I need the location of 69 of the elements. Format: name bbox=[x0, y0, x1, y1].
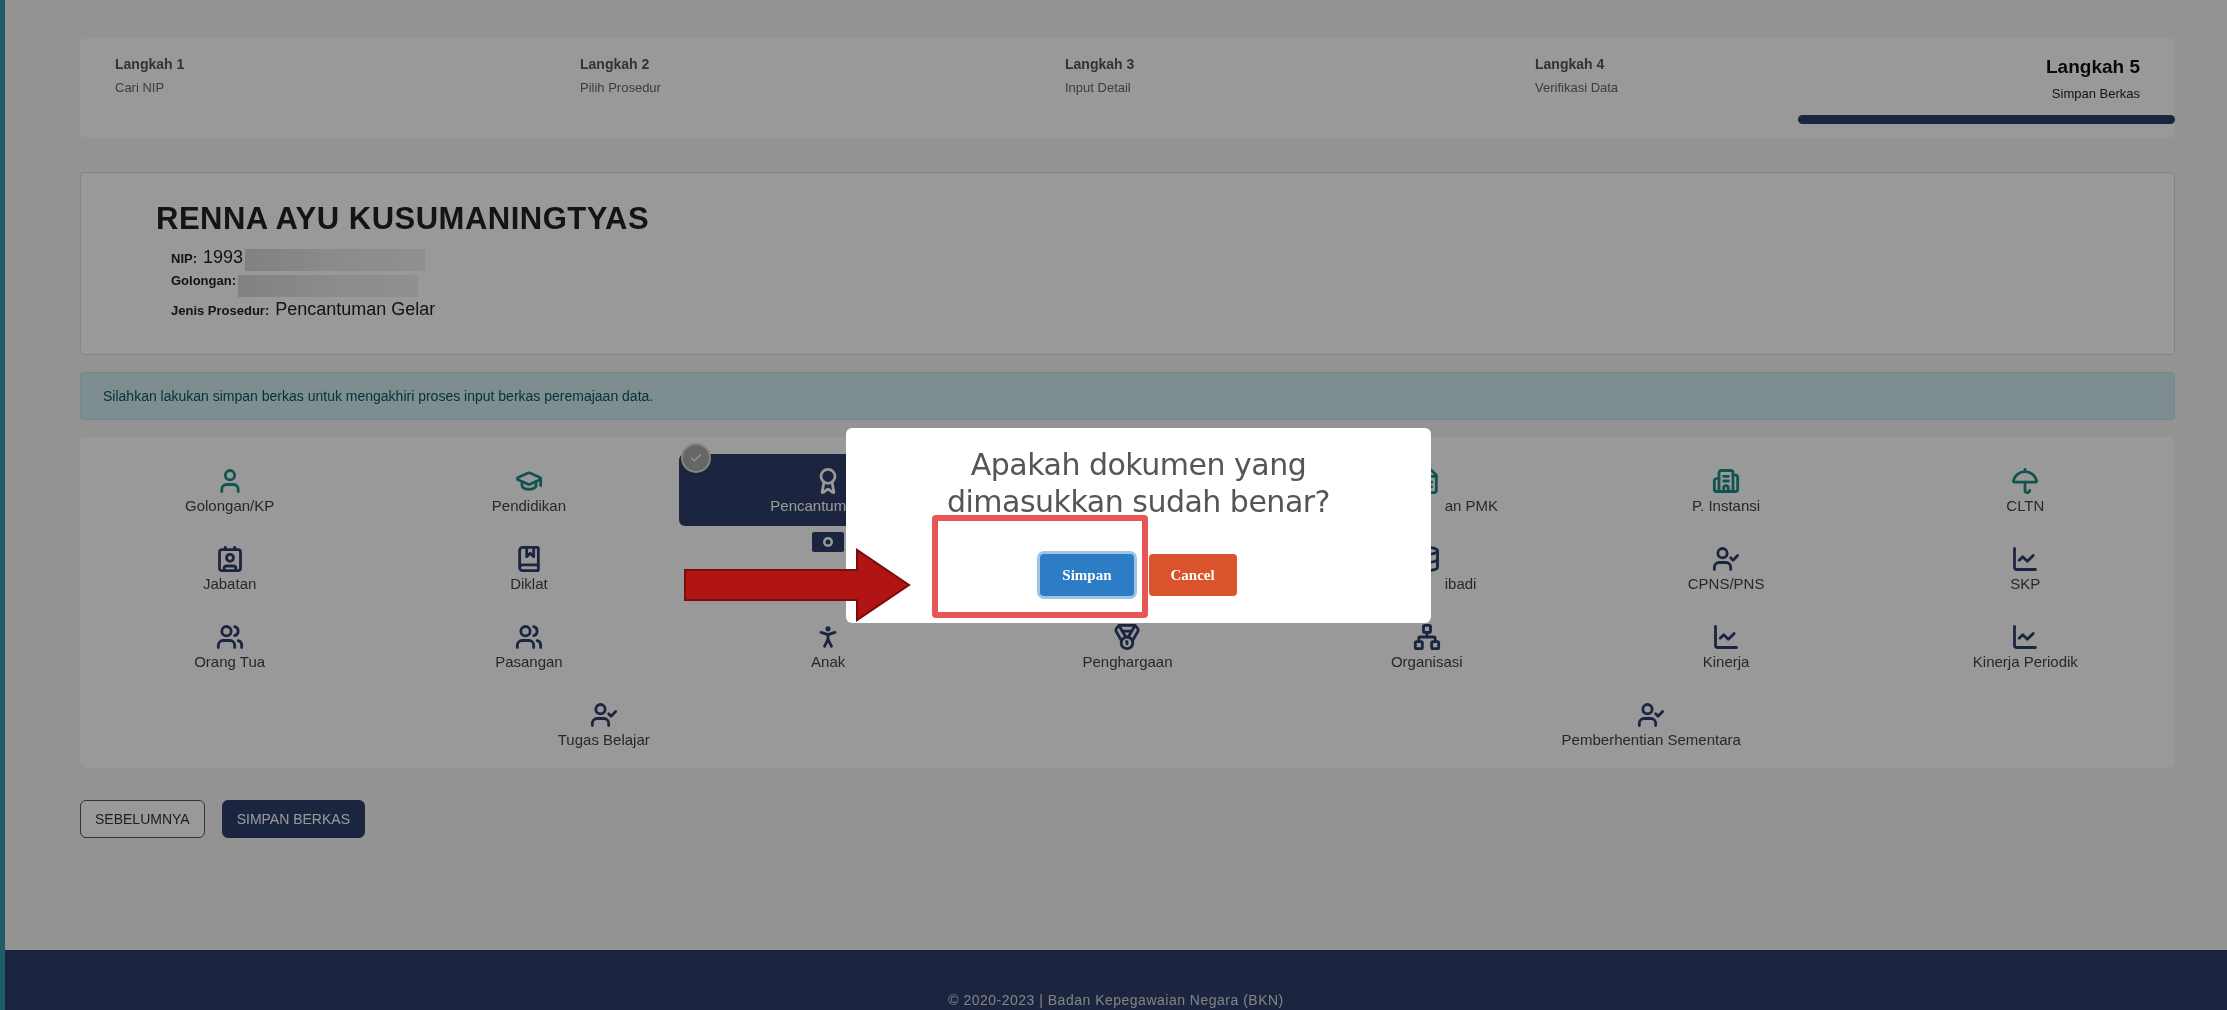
menu-label: Pemberhentian Sementara bbox=[1561, 730, 1741, 748]
field-label: Jenis Prosedur: bbox=[171, 303, 270, 318]
menu-label: Pendidikan bbox=[491, 496, 567, 514]
menu-label: CLTN bbox=[2006, 496, 2045, 514]
back-button[interactable]: SEBELUMNYA bbox=[80, 800, 205, 838]
menu-label: Pasangan bbox=[495, 652, 563, 670]
step[interactable]: Langkah 4 Verifikasi Data bbox=[1535, 56, 1798, 138]
menu-item[interactable]: Pasangan bbox=[379, 610, 679, 682]
menu-item[interactable]: CPNS/PNS bbox=[1576, 532, 1876, 604]
save-button[interactable]: SIMPAN BERKAS bbox=[221, 800, 365, 838]
umbrella-icon bbox=[2011, 466, 2040, 495]
menu-item[interactable]: Kinerja bbox=[1576, 610, 1876, 682]
chart-icon bbox=[2011, 622, 2040, 651]
step[interactable]: Langkah 5 Simpan Berkas bbox=[1798, 56, 2175, 138]
step[interactable]: Langkah 1 Cari NIP bbox=[115, 56, 580, 138]
user-check-icon bbox=[589, 700, 618, 729]
menu-label: Diklat bbox=[510, 574, 548, 592]
menu-item[interactable]: Organisasi bbox=[1277, 610, 1577, 682]
menu-item[interactable]: Pemberhentian Sementara bbox=[1127, 688, 2175, 760]
field-label: NIP: bbox=[171, 251, 197, 266]
copyright-text: © 2020-2023 | Badan Kepegawaian Negara (BKN) bbox=[948, 992, 1284, 1008]
menu-label: Pencantum bbox=[770, 496, 847, 514]
menu-label: SKP bbox=[2010, 574, 2041, 592]
menu-label: an PMK bbox=[1444, 496, 1499, 514]
building-icon bbox=[1712, 466, 1741, 495]
menu-label: Kinerja bbox=[1702, 652, 1750, 670]
menu-item[interactable]: SKP bbox=[1875, 532, 2175, 604]
user-check-icon bbox=[1712, 544, 1741, 573]
menu-item[interactable]: Penghargaan bbox=[977, 610, 1278, 682]
check-icon bbox=[680, 443, 711, 473]
menu-label: P. Instansi bbox=[1692, 496, 1761, 514]
menu-item[interactable]: CLTN bbox=[1875, 454, 2175, 526]
employee-name: RENNA AYU KUSUMANINGTYAS bbox=[156, 201, 651, 237]
cancel-button[interactable]: Cancel bbox=[1148, 554, 1237, 596]
menu-label: Anak bbox=[811, 652, 846, 670]
menu-label: ibadi bbox=[1444, 574, 1477, 592]
menu-item[interactable]: Diklat bbox=[379, 532, 679, 604]
menu-item[interactable]: Pendidikan bbox=[379, 454, 679, 526]
menu-label: Golongan/KP bbox=[185, 496, 275, 514]
menu-item[interactable]: Kinerja Periodik bbox=[1875, 610, 2175, 682]
field-value: 1993 bbox=[203, 247, 244, 268]
menu-label: Jabatan bbox=[202, 574, 257, 592]
id-card-icon bbox=[215, 544, 244, 573]
people-icon bbox=[514, 622, 543, 651]
menu-label: Kinerja Periodik bbox=[1972, 652, 2078, 670]
field-value: Pencantuman Gelar bbox=[275, 299, 436, 320]
menu-item[interactable]: Jabatan bbox=[80, 532, 380, 604]
menu-label: Organisasi bbox=[1390, 652, 1463, 670]
banknote-icon bbox=[812, 532, 845, 552]
menu-label: Penghargaan bbox=[1082, 652, 1173, 670]
menu-label: CPNS/PNS bbox=[1687, 574, 1765, 592]
user-check-icon bbox=[1637, 700, 1666, 729]
people-icon bbox=[215, 622, 244, 651]
menu-item[interactable]: Golongan/KP bbox=[80, 454, 380, 526]
menu-item[interactable]: Orang Tua bbox=[80, 610, 380, 682]
confirm-button[interactable]: Simpan bbox=[1040, 554, 1134, 596]
menu-label: Orang Tua bbox=[194, 652, 266, 670]
menu-item[interactable]: Tugas Belajar bbox=[80, 688, 1128, 760]
medal-icon bbox=[1113, 622, 1142, 651]
network-icon bbox=[1412, 622, 1441, 651]
menu-label: Tugas Belajar bbox=[557, 730, 650, 748]
menu-item[interactable]: P. Instansi bbox=[1576, 454, 1876, 526]
step[interactable]: Langkah 2 Pilih Prosedur bbox=[580, 56, 1065, 138]
chart-icon bbox=[1712, 622, 1741, 651]
menu-item[interactable]: Anak bbox=[678, 610, 978, 682]
step[interactable]: Langkah 3 Input Detail bbox=[1065, 56, 1535, 138]
field-label: Golongan: bbox=[171, 273, 236, 288]
chart-icon bbox=[2011, 544, 2040, 573]
info-alert: Silahkan lakukan simpan berkas untuk mengakhiri proses input berkas peremajaan data. bbox=[80, 372, 2175, 420]
